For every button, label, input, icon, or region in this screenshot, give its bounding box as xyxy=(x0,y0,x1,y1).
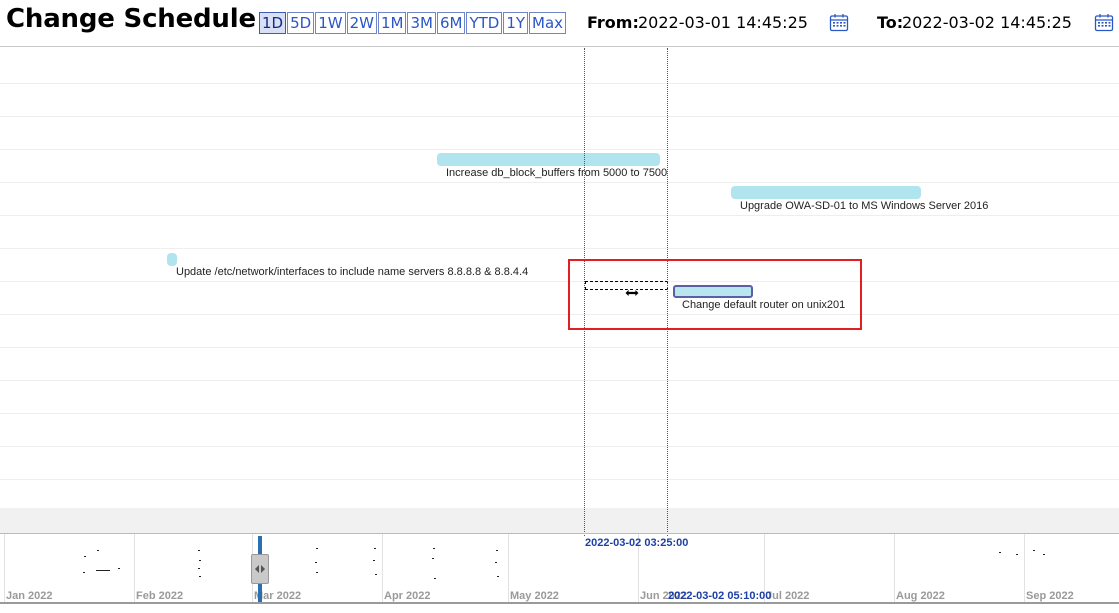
month-tick xyxy=(4,534,5,604)
task-bar[interactable] xyxy=(167,253,177,266)
grid-line xyxy=(0,83,1119,84)
month-label: Jan 2022 xyxy=(6,590,53,602)
to-label: To: xyxy=(877,13,904,32)
range-1d-button[interactable]: 1D xyxy=(259,12,287,34)
event-mark xyxy=(1016,554,1018,555)
task-bar[interactable] xyxy=(731,186,921,199)
event-mark xyxy=(434,578,436,579)
event-mark xyxy=(373,560,375,561)
month-label: May 2022 xyxy=(510,590,559,602)
month-tick xyxy=(134,534,135,604)
grid-line xyxy=(0,347,1119,348)
range-end-line xyxy=(667,48,668,536)
range-start-timestamp: 2022-03-02 03:25:00 xyxy=(585,537,689,549)
event-mark xyxy=(1033,550,1035,551)
month-label: Feb 2022 xyxy=(136,590,184,602)
event-mark xyxy=(316,572,318,573)
range-start-line xyxy=(584,48,585,536)
overview-navigator[interactable]: Jan 2022 Feb 2022 Mar 2022 Apr 2022 May … xyxy=(0,533,1119,613)
range-5d-button[interactable]: 5D xyxy=(287,12,315,34)
event-mark xyxy=(432,558,434,559)
month-tick xyxy=(382,534,383,604)
range-1w-button[interactable]: 1W xyxy=(315,12,346,34)
month-tick xyxy=(894,534,895,604)
event-mark xyxy=(375,574,377,575)
month-tick xyxy=(1024,534,1025,604)
header: Change Schedule 1D 5D 1W 2W 1M 3M 6M YTD… xyxy=(0,0,1119,47)
event-mark xyxy=(199,560,201,561)
range-end-timestamp: 2022-03-02 05:10:00 xyxy=(668,590,772,602)
range-1m-button[interactable]: 1M xyxy=(377,12,407,34)
range-3m-button[interactable]: 3M xyxy=(407,12,436,34)
grid-line xyxy=(0,314,1119,315)
month-label: Aug 2022 xyxy=(896,590,945,602)
event-mark xyxy=(497,576,499,577)
calendar-icon[interactable] xyxy=(829,13,849,32)
grid-line xyxy=(0,479,1119,480)
month-tick xyxy=(508,534,509,604)
range-max-button[interactable]: Max xyxy=(529,12,567,34)
task-label: Update /etc/network/interfaces to includ… xyxy=(176,266,529,278)
event-mark xyxy=(97,550,99,551)
grid-line xyxy=(0,182,1119,183)
event-mark xyxy=(198,550,200,551)
from-label: From: xyxy=(587,13,639,32)
highlight-box xyxy=(568,259,862,330)
grid-line xyxy=(0,446,1119,447)
event-mark xyxy=(495,562,497,563)
month-label: Jul 2022 xyxy=(766,590,810,602)
event-mark xyxy=(1043,554,1045,555)
event-mark xyxy=(118,568,120,569)
grid-line xyxy=(0,380,1119,381)
page-title: Change Schedule xyxy=(6,4,256,34)
task-label: Upgrade OWA-SD-01 to MS Windows Server 2… xyxy=(740,200,989,212)
task-bar[interactable] xyxy=(437,153,660,166)
timeline-footer-band xyxy=(0,508,1119,533)
range-buttons: 1D 5D 1W 2W 1M 3M 6M YTD 1Y Max xyxy=(259,12,567,34)
calendar-icon[interactable] xyxy=(1094,13,1114,32)
event-mark xyxy=(316,548,318,549)
range-1y-button[interactable]: 1Y xyxy=(503,12,529,34)
navigator-baseline xyxy=(0,602,1119,604)
event-mark xyxy=(315,562,317,563)
grid-line xyxy=(0,149,1119,150)
event-mark xyxy=(374,548,376,549)
from-date-field[interactable]: 2022-03-01 14:45:25 xyxy=(638,13,808,32)
event-mark xyxy=(83,572,85,573)
grid-line xyxy=(0,116,1119,117)
navigator-drag-handle[interactable] xyxy=(251,554,269,584)
grid-line xyxy=(0,215,1119,216)
grid-line xyxy=(0,248,1119,249)
grid-line xyxy=(0,413,1119,414)
event-mark xyxy=(84,556,86,557)
event-mark xyxy=(96,570,110,571)
month-label: Sep 2022 xyxy=(1026,590,1074,602)
to-date-field[interactable]: 2022-03-02 14:45:25 xyxy=(902,13,1072,32)
event-mark xyxy=(199,576,201,577)
event-mark xyxy=(999,552,1001,553)
range-6m-button[interactable]: 6M xyxy=(436,12,466,34)
month-label: Apr 2022 xyxy=(384,590,431,602)
event-mark xyxy=(433,548,435,549)
range-ytd-button[interactable]: YTD xyxy=(466,12,503,34)
task-label: Increase db_block_buffers from 5000 to 7… xyxy=(446,167,668,179)
grid-line xyxy=(0,281,1119,282)
event-mark xyxy=(496,550,498,551)
event-mark xyxy=(198,568,200,569)
range-2w-button[interactable]: 2W xyxy=(346,12,377,34)
